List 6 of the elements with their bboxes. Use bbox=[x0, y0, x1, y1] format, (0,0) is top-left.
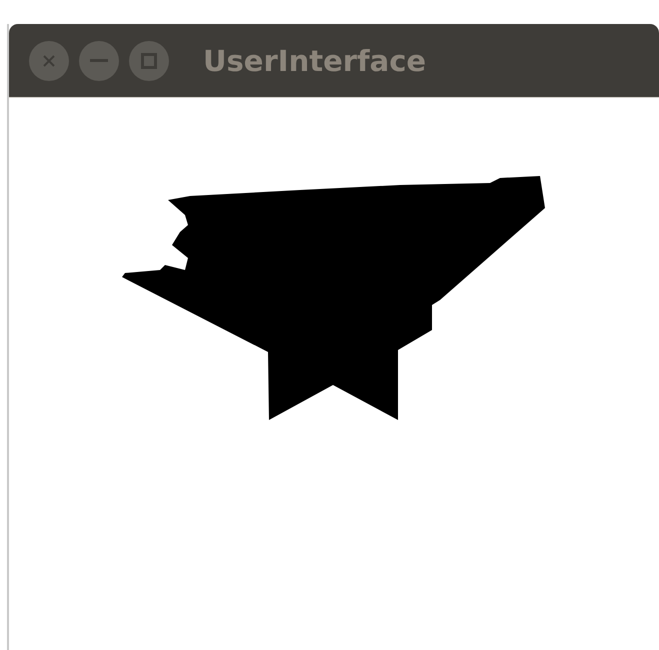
maximize-icon bbox=[141, 52, 157, 68]
maximize-button[interactable] bbox=[129, 40, 169, 80]
close-button[interactable] bbox=[29, 40, 69, 80]
close-icon bbox=[42, 54, 56, 68]
minimize-button[interactable] bbox=[79, 40, 119, 80]
window-title: UserInterface bbox=[203, 44, 426, 78]
